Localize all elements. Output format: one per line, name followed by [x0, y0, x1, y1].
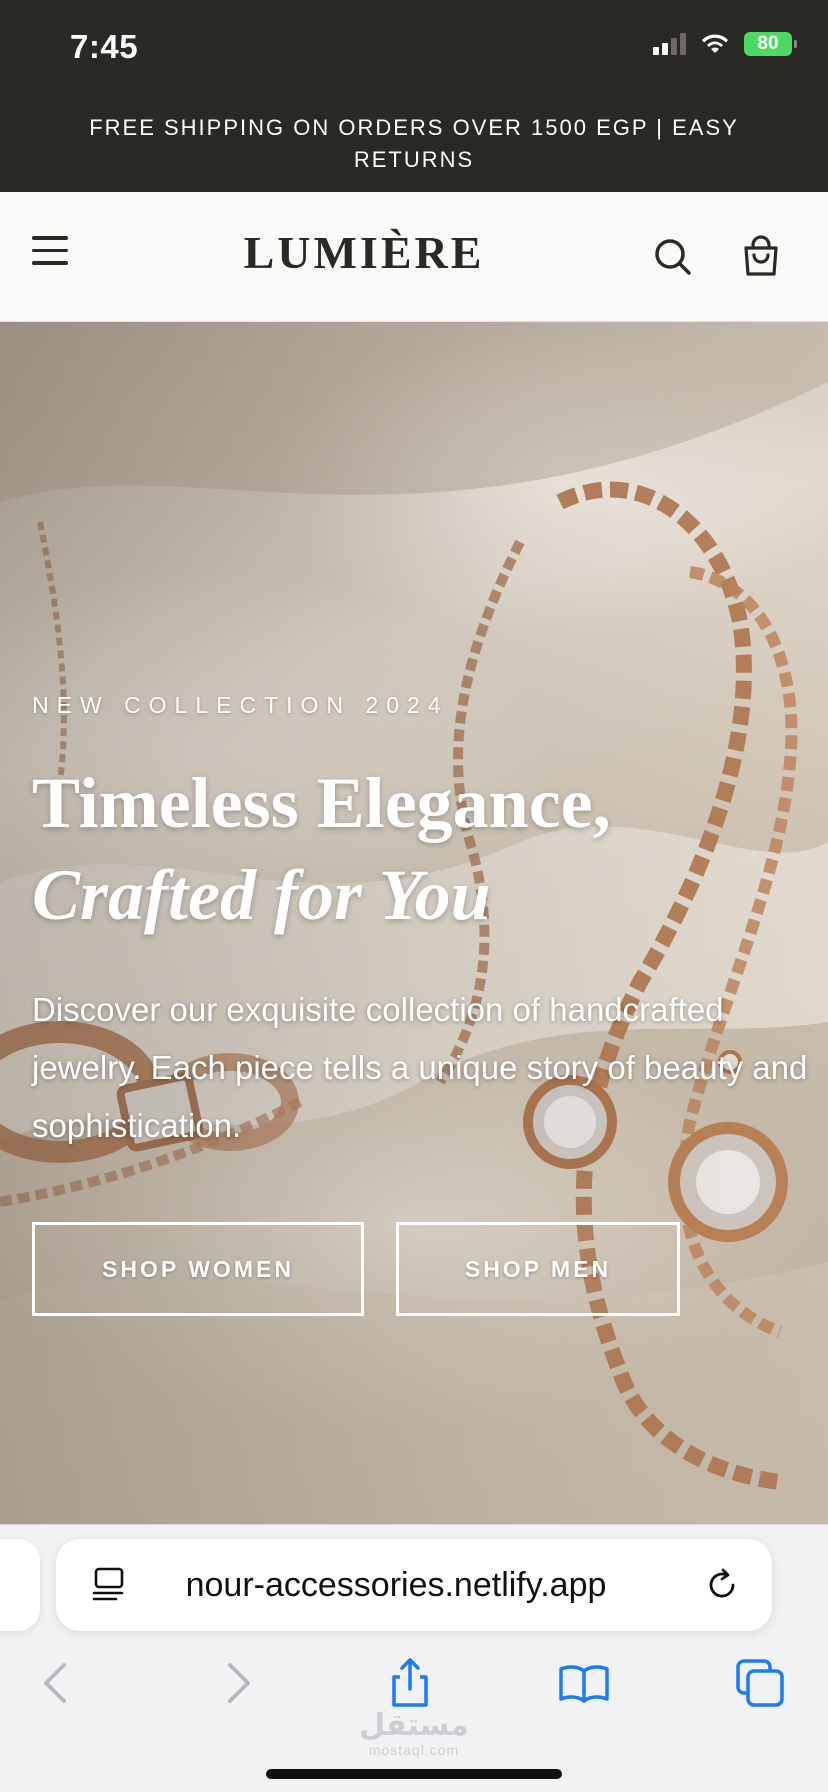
logo[interactable]: LUMIÈRE	[0, 226, 828, 279]
hero-content: NEW COLLECTION 2024 Timeless Elegance, C…	[32, 692, 812, 1155]
shop-women-button[interactable]: SHOP WOMEN	[32, 1222, 364, 1316]
hero-title-line2: Crafted for You	[32, 855, 491, 935]
browser-bar: nour-accessories.netlify.app مستقل mosta…	[0, 1524, 828, 1792]
status-indicators: 80	[653, 32, 797, 56]
reload-icon[interactable]	[702, 1565, 742, 1605]
hero-eyebrow: NEW COLLECTION 2024	[32, 692, 449, 718]
hero-section: NEW COLLECTION 2024 Timeless Elegance, C…	[0, 322, 828, 1524]
hero-title: Timeless Elegance, Crafted for You	[32, 757, 812, 941]
watermark: مستقل mostaql.com	[0, 1708, 828, 1759]
bookmarks-icon[interactable]	[556, 1655, 612, 1711]
shop-men-button[interactable]: SHOP MEN	[396, 1222, 680, 1316]
status-time: 7:45	[70, 28, 139, 65]
reader-mode-icon[interactable]	[90, 1565, 130, 1605]
site-header: LUMIÈRE	[0, 192, 828, 322]
back-arrow-icon[interactable]	[30, 1655, 86, 1711]
wifi-icon	[702, 34, 728, 53]
share-icon[interactable]	[382, 1655, 438, 1711]
hero-description: Discover our exquisite collection of han…	[32, 991, 808, 1144]
hamburger-menu-icon[interactable]	[32, 236, 76, 276]
hero-buttons: SHOP WOMEN SHOP MEN	[32, 1222, 680, 1316]
address-bar[interactable]: nour-accessories.netlify.app	[56, 1539, 772, 1631]
tabs-icon[interactable]	[732, 1655, 788, 1711]
shopping-bag-icon[interactable]	[738, 234, 784, 280]
watermark-arabic: مستقل	[359, 1708, 469, 1743]
battery-level: 80	[757, 33, 779, 54]
signal-icon	[653, 33, 686, 55]
forward-arrow-icon[interactable]	[208, 1655, 264, 1711]
battery-icon: 80	[744, 32, 797, 56]
url-text[interactable]: nour-accessories.netlify.app	[146, 1566, 646, 1605]
announcement-text: FREE SHIPPING ON ORDERS OVER 1500 EGP | …	[89, 115, 739, 172]
previous-tab-card[interactable]	[0, 1539, 40, 1631]
status-bar: 7:45 80	[0, 0, 828, 96]
hero-title-line1: Timeless Elegance,	[32, 763, 611, 843]
home-indicator[interactable]	[266, 1769, 562, 1779]
watermark-latin: mostaql.com	[368, 1742, 460, 1758]
search-icon[interactable]	[650, 234, 696, 280]
announcement-bar: FREE SHIPPING ON ORDERS OVER 1500 EGP | …	[0, 96, 828, 192]
